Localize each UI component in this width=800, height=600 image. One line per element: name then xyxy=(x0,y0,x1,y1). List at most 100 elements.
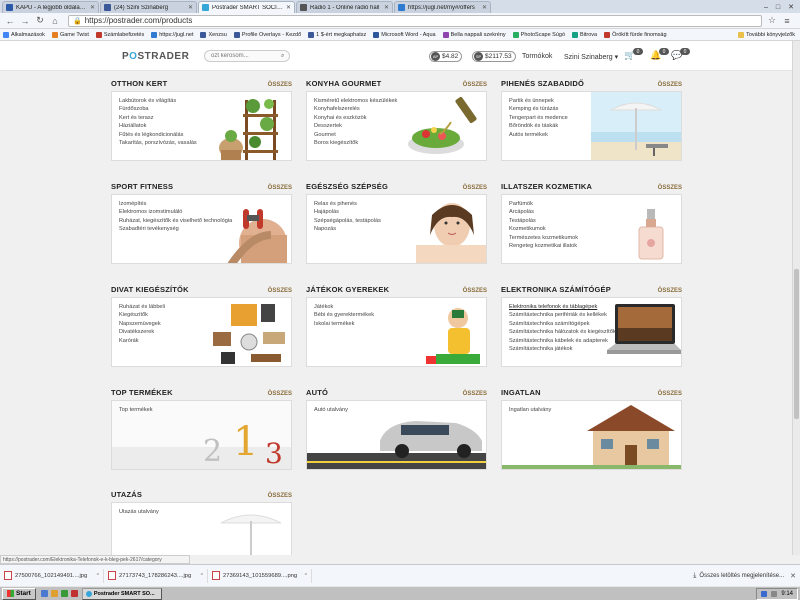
category-all-link[interactable]: ÖSSZES xyxy=(658,82,682,88)
subcategory-link[interactable]: Játékok xyxy=(314,303,374,311)
subcategory-link[interactable]: Hajápolás xyxy=(314,208,381,216)
download-item[interactable]: 27369143_101559689....png ^ xyxy=(212,568,312,583)
forward-icon[interactable]: → xyxy=(19,15,31,27)
browser-tab[interactable]: https://jugl.net/my#/offers ✕ xyxy=(394,1,491,13)
user-menu[interactable]: Szini Szinaberg ▾ xyxy=(564,53,618,61)
category-image[interactable] xyxy=(201,503,291,555)
category-title[interactable]: EGÉSZSÉG SZÉPSÉG xyxy=(306,182,388,191)
browser-tab[interactable]: Postrader SMART SOCIAL T ✕ xyxy=(198,1,295,13)
subcategory-link[interactable]: Iskolai termékek xyxy=(314,320,374,328)
category-all-link[interactable]: ÖSSZES xyxy=(268,185,292,191)
tormokok-link[interactable]: Tormókok xyxy=(522,53,552,60)
category-title[interactable]: INGATLAN xyxy=(501,388,541,397)
tab-close-icon[interactable]: ✕ xyxy=(90,4,95,11)
category-image[interactable] xyxy=(396,92,486,160)
category-image[interactable] xyxy=(396,195,486,263)
category-title[interactable]: ILLATSZER KOZMETIKA xyxy=(501,182,592,191)
category-all-link[interactable]: ÖSSZES xyxy=(658,391,682,397)
subcategory-link[interactable]: Kiegészítők xyxy=(119,311,165,319)
bookmark-item[interactable]: Microsoft Word - Aqua xyxy=(373,31,436,38)
subcategory-link[interactable]: Arcápolás xyxy=(509,208,578,216)
subcategory-link[interactable]: Számítástechnika perifériák és kellékek xyxy=(509,311,616,319)
subcategory-link[interactable]: Utazás utalvány xyxy=(119,508,159,516)
category-image[interactable] xyxy=(591,195,681,263)
scrollbar-thumb[interactable] xyxy=(794,269,799,419)
category-all-link[interactable]: ÖSSZES xyxy=(268,391,292,397)
subcategory-link[interactable]: Természetes kozmetikumok xyxy=(509,234,578,242)
subcategory-link[interactable]: Számítástechnika számítógépek xyxy=(509,320,616,328)
download-item[interactable]: 27173743_178286243....jpg ^ xyxy=(108,568,208,583)
category-title[interactable]: AUTÓ xyxy=(306,388,328,397)
category-title[interactable]: PIHENÉS SZABADIDŐ xyxy=(501,79,584,88)
category-title[interactable]: SPORT FITNESS xyxy=(111,182,173,191)
subcategory-link[interactable]: Fűtés és légkondicionálás xyxy=(119,131,197,139)
url-input[interactable]: 🔒 https://postrader.com/products xyxy=(68,14,762,27)
tab-close-icon[interactable]: ✕ xyxy=(188,4,193,11)
category-all-link[interactable]: ÖSSZES xyxy=(463,185,487,191)
chevron-up-icon[interactable]: ^ xyxy=(305,573,307,579)
bookmark-item[interactable]: https://jugl.net xyxy=(151,31,193,38)
subcategory-link[interactable]: Ruházat és lábbeli xyxy=(119,303,165,311)
category-image[interactable] xyxy=(201,92,291,160)
category-image[interactable] xyxy=(201,298,291,366)
close-window-button[interactable]: ✕ xyxy=(788,3,794,11)
bookmark-item[interactable]: PhotoScape Súgó xyxy=(512,31,565,38)
back-icon[interactable]: ← xyxy=(4,15,16,27)
subcategory-link[interactable]: Számítástechnika játékok xyxy=(509,345,616,353)
category-all-link[interactable]: ÖSSZES xyxy=(463,288,487,294)
category-image[interactable] xyxy=(396,298,486,366)
desktop-icon[interactable] xyxy=(40,590,48,597)
category-title[interactable]: JÁTÉKOK GYEREKEK xyxy=(306,285,389,294)
bookmark-item[interactable]: Bitrova xyxy=(572,31,597,38)
subcategory-link[interactable]: Elektromos izomstimuláló xyxy=(119,208,232,216)
subcategory-link[interactable]: Desszertek xyxy=(314,122,397,130)
subcategory-link[interactable]: Számítástechnika kábelek és adapterek xyxy=(509,337,616,345)
subcategory-link[interactable]: Gourmet xyxy=(314,131,397,139)
site-logo[interactable]: POSTRADER xyxy=(122,51,189,62)
bookmark-item[interactable]: Alkalmazások xyxy=(3,31,45,38)
subcategory-link[interactable]: Parfümök xyxy=(509,200,578,208)
volume-icon[interactable] xyxy=(771,590,778,597)
page-scrollbar[interactable] xyxy=(792,41,800,555)
subcategory-link[interactable]: Háziállatok xyxy=(119,122,197,130)
subcategory-link[interactable]: Kert és terasz xyxy=(119,114,197,122)
subcategory-link[interactable]: Takarítás, porszívózás, vasalás xyxy=(119,139,197,147)
category-title[interactable]: UTAZÁS xyxy=(111,490,142,499)
category-title[interactable]: OTTHON KERT xyxy=(111,79,167,88)
network-icon[interactable] xyxy=(761,590,768,597)
messages-button[interactable]: 💬 0 xyxy=(671,48,690,62)
subcategory-link[interactable]: Kozmetikumok xyxy=(509,225,578,233)
bookmark-item[interactable]: 1 $-ért megkaphatsz xyxy=(308,31,366,38)
category-all-link[interactable]: ÖSSZES xyxy=(658,185,682,191)
subcategory-link[interactable]: Autó utalvány xyxy=(314,406,348,414)
bookmark-item[interactable]: Profile Overlays - Kezdő xyxy=(233,31,301,38)
browser-tab[interactable]: KAPU - A legjobb oldalak és ✕ xyxy=(2,1,99,13)
subcategory-link[interactable]: Számítástechnika hálózatok és kiegészítő… xyxy=(509,328,616,336)
subcategory-link[interactable]: Divatékszerek xyxy=(119,328,165,336)
subcategory-link[interactable]: Boros kiegészítők xyxy=(314,139,397,147)
show-all-downloads[interactable]: ⤓ Összes letöltés megjelenítése... xyxy=(693,572,784,580)
subcategory-link[interactable]: Partik és ünnepek xyxy=(509,97,568,105)
subcategory-link[interactable]: Napszemüvegek xyxy=(119,320,165,328)
browser-tab[interactable]: (24) Szini Szinaberg ✕ xyxy=(100,1,197,13)
start-button[interactable]: Start xyxy=(2,587,36,600)
category-all-link[interactable]: ÖSSZES xyxy=(463,82,487,88)
chevron-up-icon[interactable]: ^ xyxy=(201,573,203,579)
bookmark-item[interactable]: Bella nappali szekrény xyxy=(442,31,506,38)
subcategory-link[interactable]: Kemping és túrázás xyxy=(509,105,568,113)
subcategory-link[interactable]: Karórák xyxy=(119,337,165,345)
search-box[interactable]: ⌕ xyxy=(204,50,290,62)
subcategory-link[interactable]: Konyhai és eszközök xyxy=(314,114,397,122)
close-downloads-icon[interactable]: ✕ xyxy=(790,572,796,580)
category-title[interactable]: ELEKTRONIKA SZÁMÍTÓGÉP xyxy=(501,285,611,294)
media-icon[interactable] xyxy=(70,590,78,597)
sp-balance[interactable]: SP $2117.53 xyxy=(472,51,516,62)
cart-button[interactable]: 🛒 0 xyxy=(624,48,643,62)
star-icon[interactable]: ☆ xyxy=(766,15,778,27)
search-icon[interactable]: ⌕ xyxy=(281,53,284,60)
tab-close-icon[interactable]: ✕ xyxy=(384,4,389,11)
home-icon[interactable]: ⌂ xyxy=(49,15,61,27)
subcategory-link[interactable]: Autós termékek xyxy=(509,131,568,139)
category-all-link[interactable]: ÖSSZES xyxy=(463,391,487,397)
subcategory-link[interactable]: Lakbútorok és világítás xyxy=(119,97,197,105)
